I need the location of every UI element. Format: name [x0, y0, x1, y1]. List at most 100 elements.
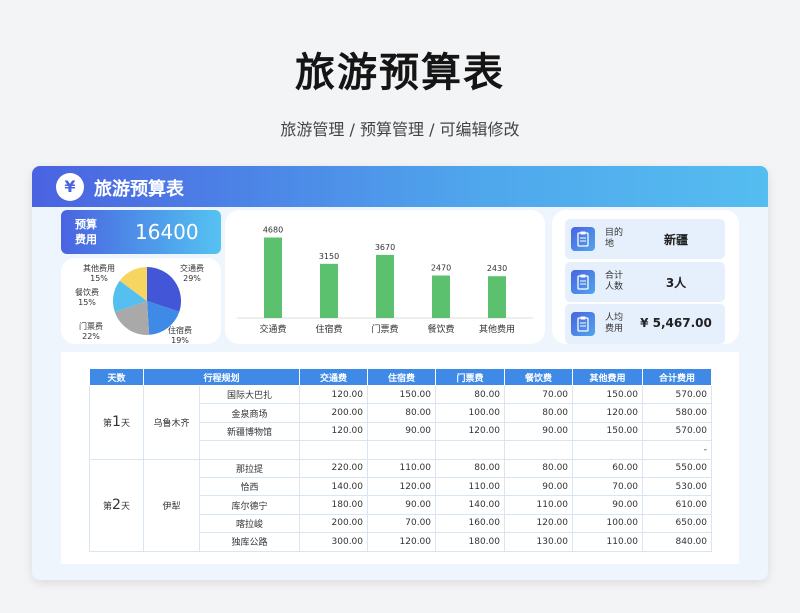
cell[interactable] — [299, 440, 369, 460]
card-title: 旅游预算表 — [94, 179, 184, 200]
header-lodging: 住宿费 — [367, 368, 437, 386]
cell[interactable]: 70.00 — [367, 513, 437, 534]
cell[interactable]: 80.00 — [367, 403, 437, 423]
bar-category-label: 其他费用 — [479, 323, 515, 335]
cell[interactable] — [504, 440, 574, 460]
clipboard-icon — [571, 312, 595, 336]
header-food: 餐饮费 — [504, 368, 574, 386]
cell[interactable]: 650.00 — [642, 513, 713, 534]
cell[interactable]: 110.00 — [504, 495, 574, 515]
bar-0 — [264, 237, 282, 318]
header-total: 合计费用 — [642, 368, 713, 386]
cell[interactable]: 80.00 — [435, 384, 506, 405]
cell[interactable]: 180.00 — [435, 532, 506, 552]
cell[interactable]: 530.00 — [642, 476, 713, 497]
page-title: 旅游预算表 — [295, 50, 505, 96]
place-cell[interactable]: 恰西 — [198, 476, 301, 497]
cell[interactable]: 140.00 — [435, 495, 506, 515]
budget-value[interactable]: 16400 — [135, 220, 199, 244]
cell[interactable]: 120.00 — [435, 421, 506, 442]
place-cell[interactable]: 喀拉峻 — [198, 513, 301, 534]
cell[interactable]: 90.00 — [504, 476, 574, 497]
cell[interactable] — [435, 440, 506, 460]
cell[interactable]: 120.00 — [504, 513, 574, 534]
info-row-per-person: 人均费用 ¥ 5,467.00 — [565, 304, 725, 344]
cell[interactable]: 120.00 — [299, 384, 369, 405]
cell[interactable]: 90.00 — [504, 421, 574, 442]
cell[interactable]: 140.00 — [299, 476, 369, 497]
place-cell[interactable]: 库尔德宁 — [198, 495, 301, 515]
cell[interactable]: 70.00 — [572, 476, 644, 497]
city-cell[interactable]: 伊犁 — [143, 458, 200, 552]
cell[interactable]: 160.00 — [435, 513, 506, 534]
cell[interactable]: 80.00 — [504, 458, 574, 478]
bar-category-label: 交通费 — [259, 323, 286, 335]
cell[interactable]: 90.00 — [367, 421, 437, 442]
cell[interactable] — [572, 440, 644, 460]
cell[interactable]: 80.00 — [435, 458, 506, 478]
bar-value-label: 4680 — [263, 226, 283, 235]
place-cell[interactable]: 国际大巴扎 — [198, 384, 301, 405]
cell[interactable]: 150.00 — [572, 421, 644, 442]
info-value[interactable]: 新疆 — [627, 231, 725, 248]
header-days: 天数 — [89, 368, 144, 386]
info-value[interactable]: 3人 — [627, 274, 725, 291]
cell[interactable]: 110.00 — [367, 458, 437, 478]
cell[interactable]: 70.00 — [504, 384, 574, 405]
cell[interactable]: 200.00 — [299, 513, 369, 534]
table-row: 第1天 乌鲁木齐 国际大巴扎 120.00 150.00 80.00 70.00… — [89, 384, 713, 460]
info-label: 目的地 — [605, 228, 624, 249]
header-tickets: 门票费 — [435, 368, 506, 386]
cell[interactable]: 550.00 — [642, 458, 713, 478]
cell[interactable]: 80.00 — [504, 403, 574, 423]
bar-3 — [432, 275, 450, 318]
pie-label-transport: 交通费 29% — [180, 264, 204, 283]
budget-total-box: 预算费用 16400 — [61, 210, 221, 254]
cell[interactable] — [367, 440, 437, 460]
place-cell[interactable]: 独库公路 — [198, 532, 301, 552]
cell[interactable]: 90.00 — [367, 495, 437, 515]
table-panel: 天数 行程规划 交通费 住宿费 门票费 餐饮费 其他费用 合计费用 第1天 乌鲁… — [61, 352, 739, 564]
cell[interactable]: 60.00 — [572, 458, 644, 478]
cell[interactable]: 110.00 — [572, 532, 644, 552]
place-cell[interactable]: 那拉提 — [198, 458, 301, 478]
place-cell[interactable]: 金泉商场 — [198, 403, 301, 423]
cell[interactable]: 90.00 — [572, 495, 644, 515]
day-cell[interactable]: 第1天 — [89, 385, 144, 460]
cell[interactable]: 150.00 — [572, 384, 644, 405]
place-cell[interactable]: 新疆博物馆 — [198, 421, 301, 442]
table-row: 第2天 伊犁 那拉提 220.00 110.00 80.00 80.00 60.… — [89, 458, 713, 552]
cell[interactable]: 120.00 — [367, 476, 437, 497]
cell[interactable]: 120.00 — [572, 403, 644, 423]
place-cell[interactable] — [198, 440, 301, 460]
cell[interactable]: - — [642, 440, 713, 460]
cell[interactable]: 300.00 — [299, 532, 369, 552]
cell[interactable]: 110.00 — [435, 476, 506, 497]
cell[interactable]: 610.00 — [642, 495, 713, 515]
cell[interactable]: 200.00 — [299, 403, 369, 423]
bar-category-label: 住宿费 — [315, 323, 342, 335]
cell[interactable]: 120.00 — [367, 532, 437, 552]
day-cell[interactable]: 第2天 — [89, 458, 144, 552]
city-cell[interactable]: 乌鲁木齐 — [143, 385, 200, 460]
pie-label-lodging: 住宿费 19% — [168, 326, 192, 345]
bar-value-label: 2470 — [431, 264, 451, 273]
cell[interactable]: 840.00 — [642, 532, 713, 552]
cell[interactable]: 130.00 — [504, 532, 574, 552]
cell[interactable]: 150.00 — [367, 384, 437, 405]
cell[interactable]: 580.00 — [642, 403, 713, 423]
bar-category-label: 餐饮费 — [427, 323, 454, 335]
cell[interactable]: 180.00 — [299, 495, 369, 515]
clipboard-icon — [571, 227, 595, 251]
info-value[interactable]: ¥ 5,467.00 — [627, 316, 725, 330]
cell[interactable]: 100.00 — [572, 513, 644, 534]
bar-value-label: 3150 — [319, 252, 339, 261]
header-itinerary: 行程规划 — [142, 368, 301, 386]
budget-card: ¥ 旅游预算表 预算费用 16400 交通费 29% 住宿费 19% 门票费 22% — [32, 166, 768, 580]
bar-category-label: 门票费 — [371, 323, 398, 335]
cell[interactable]: 570.00 — [642, 421, 713, 442]
cell[interactable]: 570.00 — [642, 384, 713, 405]
cell[interactable]: 220.00 — [299, 458, 369, 478]
cell[interactable]: 120.00 — [299, 421, 369, 442]
cell[interactable]: 100.00 — [435, 403, 506, 423]
